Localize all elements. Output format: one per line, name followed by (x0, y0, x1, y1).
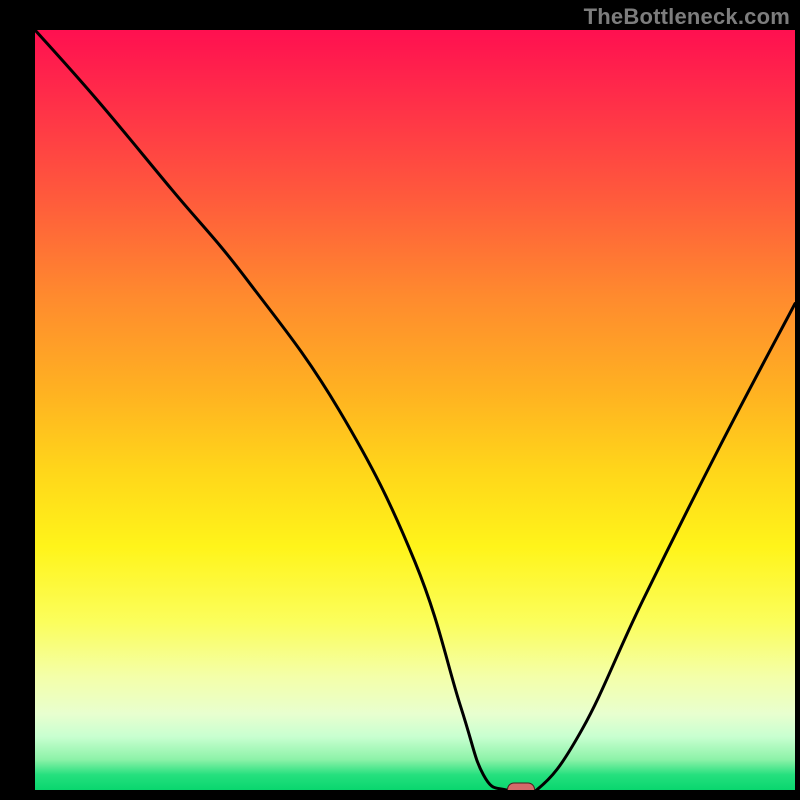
watermark-text: TheBottleneck.com (584, 4, 790, 30)
chart-frame: TheBottleneck.com (0, 0, 800, 800)
optimal-marker (507, 783, 535, 791)
plot-area (35, 30, 795, 790)
bottleneck-curve (35, 30, 795, 790)
